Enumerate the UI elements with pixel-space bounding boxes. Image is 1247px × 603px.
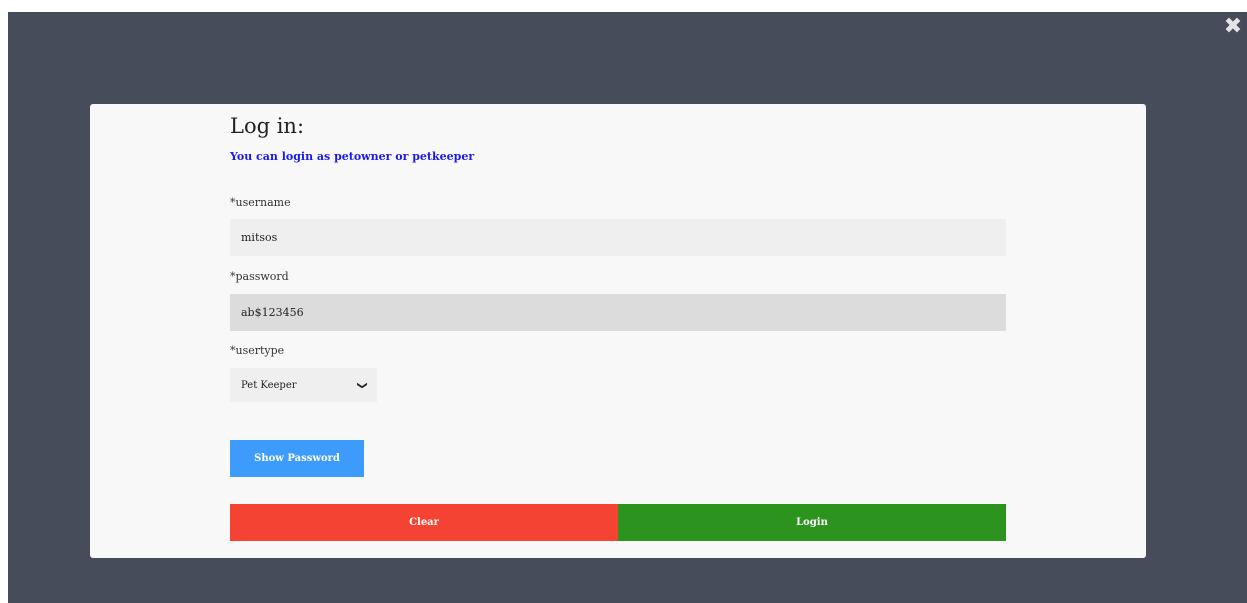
- username-label: *username: [230, 196, 291, 209]
- show-password-button[interactable]: Show Password: [230, 440, 364, 477]
- chevron-down-icon: ❯: [356, 380, 368, 390]
- login-button[interactable]: Login: [618, 504, 1006, 541]
- page-title: Log in:: [230, 114, 305, 138]
- password-label: *password: [230, 270, 289, 283]
- usertype-selected-value: Pet Keeper: [241, 379, 297, 391]
- usertype-label: *usertype: [230, 344, 285, 357]
- clear-button[interactable]: Clear: [230, 504, 618, 541]
- login-subtitle: You can login as petowner or petkeeper: [230, 150, 475, 163]
- modal-overlay: ✖ Log in: You can login as petowner or p…: [8, 12, 1247, 603]
- login-modal: Log in: You can login as petowner or pet…: [90, 104, 1146, 558]
- password-input[interactable]: [230, 294, 1006, 331]
- usertype-select[interactable]: Pet Keeper ❯: [230, 368, 377, 402]
- close-icon[interactable]: ✖: [1223, 14, 1243, 40]
- username-input[interactable]: [230, 219, 1006, 256]
